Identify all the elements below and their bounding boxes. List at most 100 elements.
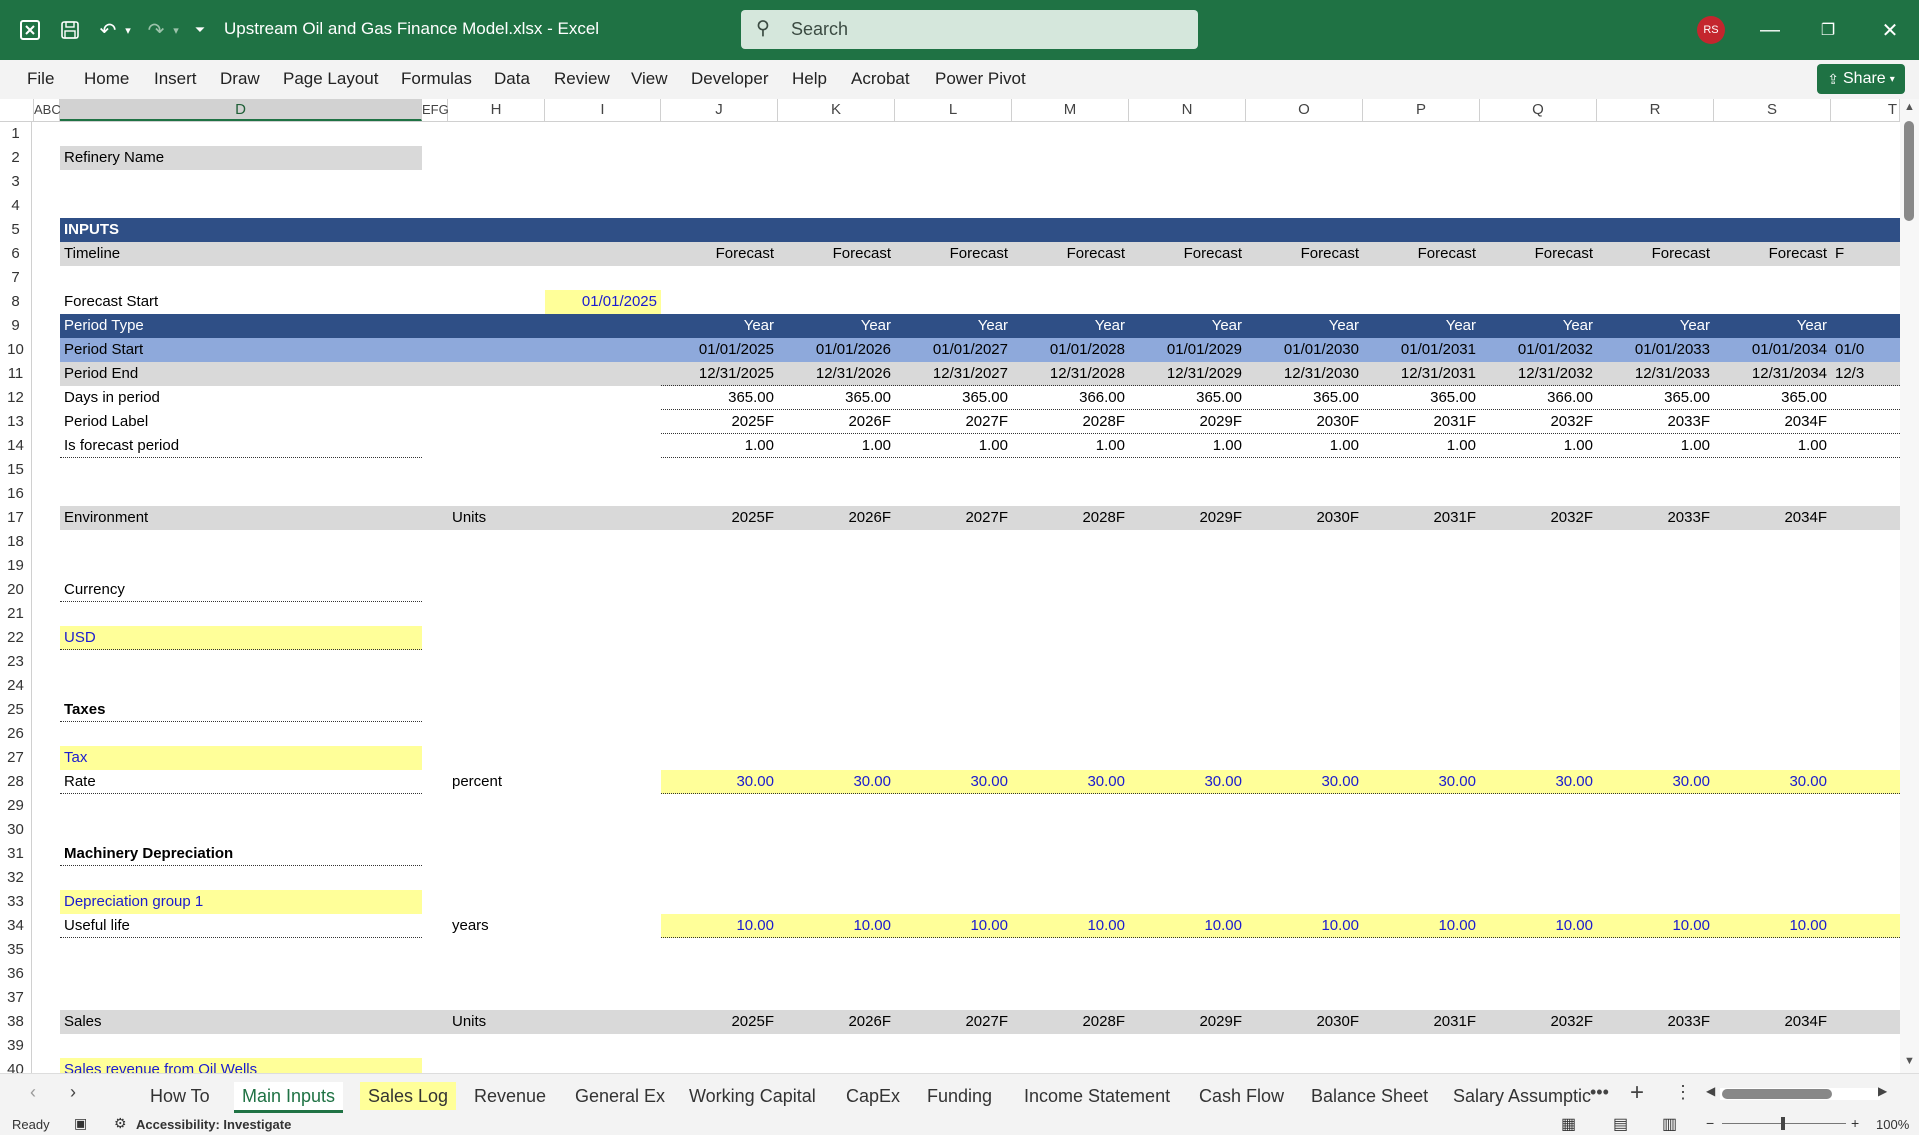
period-end-cell[interactable]: 12/31/2033	[1597, 362, 1714, 386]
period-type-cell[interactable]: Year	[895, 314, 1012, 338]
sales-label[interactable]: Sales	[60, 1010, 422, 1034]
period-start-cell[interactable]: 01/01/2031	[1363, 338, 1480, 362]
currency-label[interactable]: Currency	[60, 578, 422, 602]
vertical-scrollbar[interactable]: ▲ ▼	[1900, 99, 1919, 1073]
column-header-m[interactable]: M	[1012, 99, 1129, 121]
forecast-cell[interactable]: Forecast	[1246, 242, 1363, 266]
period-label-cell[interactable]: 2032F	[1480, 410, 1597, 434]
period-end-cell[interactable]: 12/31/2025	[661, 362, 778, 386]
environment-year-cell[interactable]: 2028F	[1012, 506, 1129, 530]
period-start-cell[interactable]: 01/01/2034	[1714, 338, 1831, 362]
tab-funding[interactable]: Funding	[919, 1082, 1000, 1110]
environment-year-cell[interactable]: 2026F	[778, 506, 895, 530]
useful-life-input-cell[interactable]: 10.00	[1012, 914, 1129, 938]
forecast-cell[interactable]: Forecast	[1012, 242, 1129, 266]
days-cell[interactable]: 366.00	[1480, 386, 1597, 410]
forecast-cell[interactable]: Forecast	[661, 242, 778, 266]
is-forecast-cell[interactable]: 1.00	[1597, 434, 1714, 458]
menu-review[interactable]: Review	[554, 69, 610, 89]
column-header-l[interactable]: L	[895, 99, 1012, 121]
environment-year-cell[interactable]: 2033F	[1597, 506, 1714, 530]
period-label-cell[interactable]: 2029F	[1129, 410, 1246, 434]
vertical-scroll-thumb[interactable]	[1904, 121, 1914, 221]
period-type-label[interactable]: Period Type	[60, 314, 422, 338]
period-start-cell[interactable]: 01/01/2025	[661, 338, 778, 362]
is-forecast-cell[interactable]: 1.00	[1246, 434, 1363, 458]
sales-year-cell[interactable]: 2027F	[895, 1010, 1012, 1034]
avatar[interactable]: RS	[1697, 16, 1725, 44]
period-type-cell[interactable]: Year	[1714, 314, 1831, 338]
period-label-cell[interactable]: 2033F	[1597, 410, 1714, 434]
close-icon[interactable]: ✕	[1872, 12, 1908, 48]
period-end-cell[interactable]: 12/31/2031	[1363, 362, 1480, 386]
tab-general-ex[interactable]: General Ex	[567, 1082, 673, 1110]
sales-revenue-input[interactable]: Sales revenue from Oil Wells	[60, 1058, 422, 1073]
period-type-cell[interactable]: Year	[778, 314, 895, 338]
environment-year-cell[interactable]: 2030F	[1246, 506, 1363, 530]
sales-year-cell[interactable]: 2026F	[778, 1010, 895, 1034]
useful-life-input-cell[interactable]: 10.00	[1714, 914, 1831, 938]
forecast-cell[interactable]: Forecast	[1714, 242, 1831, 266]
rate-input-cell[interactable]: 30.00	[1480, 770, 1597, 794]
rate-input-cell[interactable]: 30.00	[1597, 770, 1714, 794]
tab-working-capital[interactable]: Working Capital	[681, 1082, 824, 1110]
tab-scroll-left-icon[interactable]: ‹	[30, 1082, 36, 1103]
days-cell[interactable]: 365.00	[1363, 386, 1480, 410]
timeline-label[interactable]: Timeline	[60, 242, 422, 266]
environment-year-cell[interactable]: 2027F	[895, 506, 1012, 530]
forecast-cell[interactable]: Forecast	[1597, 242, 1714, 266]
zoom-in-icon[interactable]: +	[1851, 1115, 1859, 1131]
column-header-o[interactable]: O	[1246, 99, 1363, 121]
useful-life-input-cell[interactable]: 10.00	[1129, 914, 1246, 938]
rate-input-cell[interactable]: 30.00	[895, 770, 1012, 794]
page-layout-view-icon[interactable]: ▤	[1613, 1114, 1628, 1134]
useful-life-label[interactable]: Useful life	[60, 914, 422, 938]
days-in-period-label[interactable]: Days in period	[60, 386, 422, 410]
period-start-cell-truncated[interactable]: 01/0	[1831, 338, 1900, 362]
period-type-cell[interactable]: Year	[1480, 314, 1597, 338]
useful-life-input-cell[interactable]: 10.00	[1597, 914, 1714, 938]
period-label-cell[interactable]: 2031F	[1363, 410, 1480, 434]
environment-year-cell[interactable]: 2029F	[1129, 506, 1246, 530]
period-end-cell[interactable]: 12/31/2030	[1246, 362, 1363, 386]
environment-year-cell[interactable]: 2025F	[661, 506, 778, 530]
period-start-cell[interactable]: 01/01/2029	[1129, 338, 1246, 362]
period-start-label[interactable]: Period Start	[60, 338, 422, 362]
period-end-label[interactable]: Period End	[60, 362, 422, 386]
period-type-cell[interactable]: Year	[1129, 314, 1246, 338]
macro-record-icon[interactable]: ▣	[74, 1115, 87, 1132]
forecast-cell[interactable]: Forecast	[1363, 242, 1480, 266]
period-label-cell[interactable]: 2027F	[895, 410, 1012, 434]
share-button[interactable]: ⇪ Share ▾	[1817, 64, 1905, 94]
rate-input-cell[interactable]: 30.00	[1012, 770, 1129, 794]
accessibility-status[interactable]: Accessibility: Investigate	[136, 1117, 291, 1132]
add-sheet-icon[interactable]: +	[1630, 1079, 1644, 1107]
column-header-i[interactable]: I	[545, 99, 661, 121]
rate-input-cell[interactable]: 30.00	[778, 770, 895, 794]
zoom-out-icon[interactable]: −	[1706, 1115, 1714, 1131]
days-cell[interactable]: 365.00	[1246, 386, 1363, 410]
days-cell[interactable]: 365.00	[895, 386, 1012, 410]
minimize-icon[interactable]: —	[1752, 12, 1788, 48]
undo-dropdown-icon[interactable]: ▾	[114, 16, 142, 44]
menu-power-pivot[interactable]: Power Pivot	[935, 69, 1026, 89]
sales-year-cell[interactable]: 2025F	[661, 1010, 778, 1034]
tab-how-to[interactable]: How To	[142, 1082, 218, 1110]
days-cell[interactable]: 365.00	[661, 386, 778, 410]
period-start-cell[interactable]: 01/01/2032	[1480, 338, 1597, 362]
forecast-start-input[interactable]: 01/01/2025	[545, 290, 661, 314]
rate-input-cell[interactable]: 30.00	[1129, 770, 1246, 794]
useful-life-input-cell[interactable]: 10.00	[895, 914, 1012, 938]
forecast-cell[interactable]: Forecast	[1480, 242, 1597, 266]
hscroll-left-icon[interactable]: ◀	[1706, 1084, 1715, 1098]
column-header-efg[interactable]: EFG	[422, 99, 449, 121]
useful-life-input-cell[interactable]: 10.00	[661, 914, 778, 938]
normal-view-icon[interactable]: ▦	[1561, 1114, 1576, 1134]
is-forecast-cell[interactable]: 1.00	[778, 434, 895, 458]
period-end-cell[interactable]: 12/31/2026	[778, 362, 895, 386]
zoom-slider-thumb[interactable]	[1781, 1117, 1785, 1130]
tab-balance-sheet[interactable]: Balance Sheet	[1303, 1082, 1436, 1110]
period-start-cell[interactable]: 01/01/2027	[895, 338, 1012, 362]
is-forecast-cell[interactable]: 1.00	[1714, 434, 1831, 458]
is-forecast-label[interactable]: Is forecast period	[60, 434, 422, 458]
